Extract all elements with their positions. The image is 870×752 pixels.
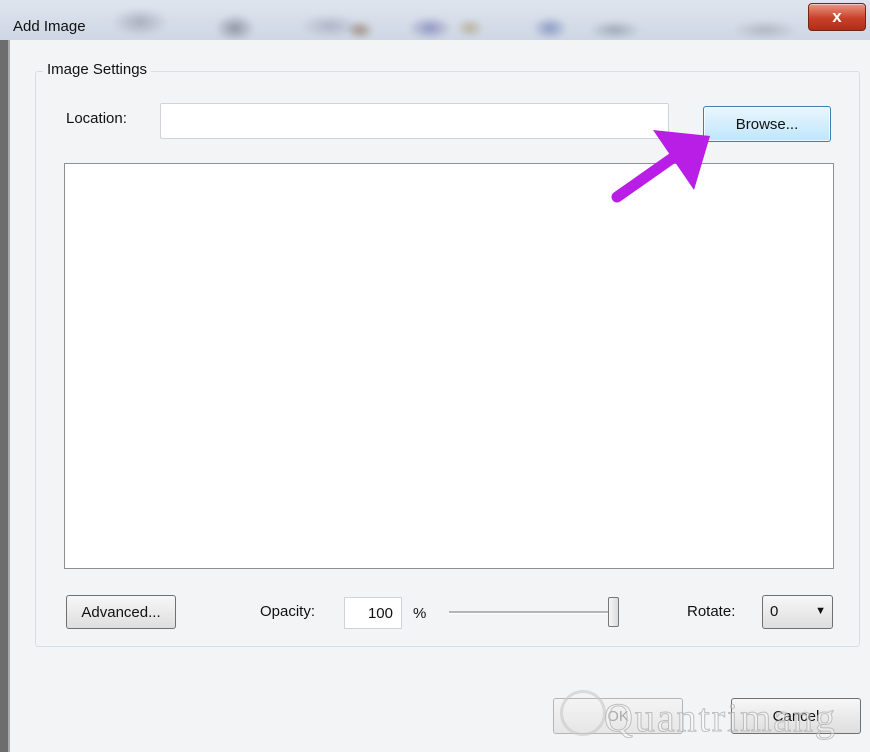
- watermark-logo-icon: [560, 690, 606, 736]
- rotate-label: Rotate:: [687, 603, 736, 620]
- image-preview-area: [64, 163, 834, 569]
- opacity-slider-thumb[interactable]: [608, 597, 619, 627]
- opacity-label: Opacity:: [260, 603, 316, 620]
- window-title: Add Image: [13, 18, 86, 35]
- rotate-select[interactable]: 0 ▼: [762, 595, 833, 629]
- rotate-value: 0: [770, 603, 779, 620]
- chevron-down-icon: ▼: [815, 605, 826, 617]
- opacity-input[interactable]: 100: [344, 597, 402, 629]
- opacity-slider-track[interactable]: [449, 611, 619, 614]
- advanced-button[interactable]: Advanced...: [66, 595, 176, 629]
- image-settings-label: Image Settings: [43, 61, 152, 78]
- close-button[interactable]: x: [808, 3, 866, 31]
- browse-button[interactable]: Browse...: [703, 106, 831, 142]
- watermark-text: Quantrimang: [603, 695, 838, 741]
- background-toolbar-blur: [0, 4, 870, 40]
- location-label: Location:: [66, 110, 127, 127]
- opacity-unit: %: [413, 605, 427, 622]
- window-left-edge: [0, 40, 8, 752]
- close-icon: x: [832, 7, 842, 26]
- location-input[interactable]: [160, 103, 669, 139]
